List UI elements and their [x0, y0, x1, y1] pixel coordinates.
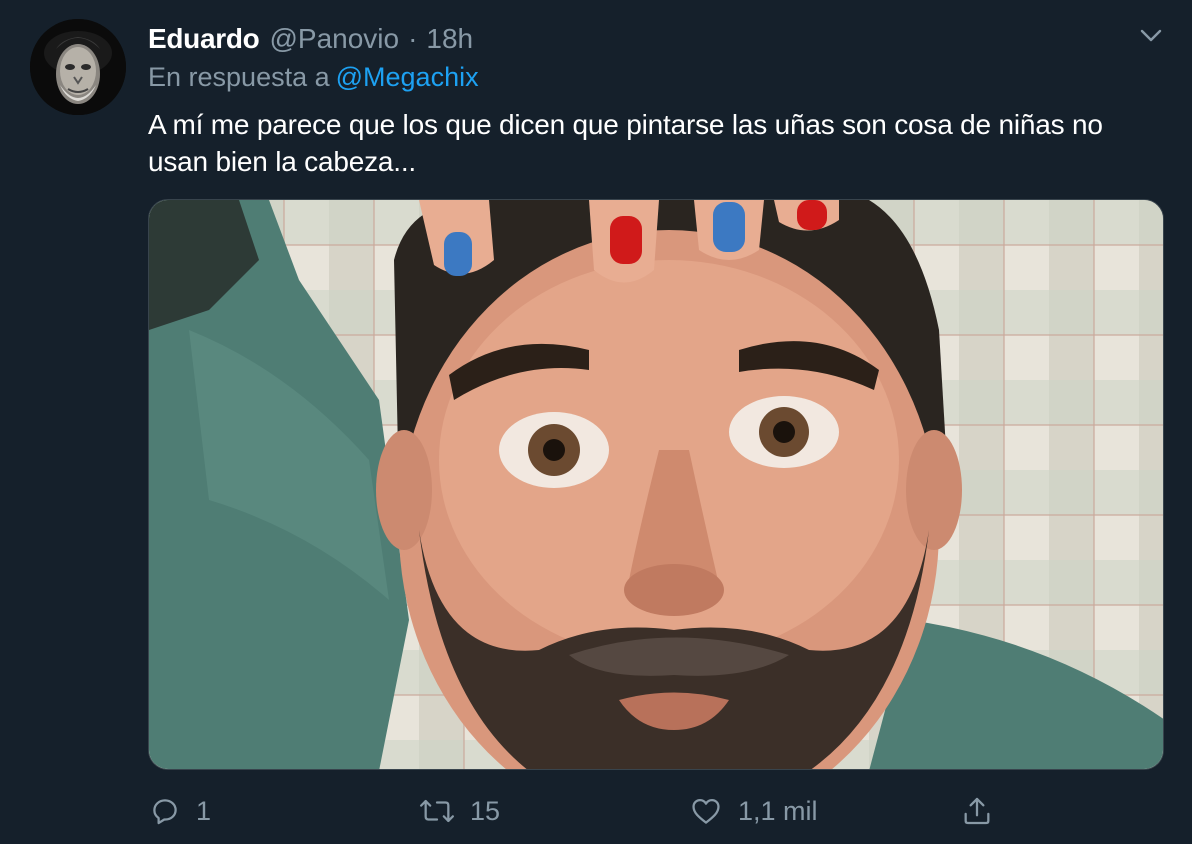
nail-red-2 — [797, 200, 827, 230]
avatar[interactable] — [30, 19, 126, 115]
chevron-down-icon[interactable] — [1136, 22, 1166, 48]
separator-dot: · — [408, 23, 418, 54]
tweet-media[interactable] — [148, 199, 1164, 770]
author-handle[interactable]: @Panovio — [269, 23, 399, 55]
heart-icon — [692, 798, 720, 824]
reply-mention-link[interactable]: @Megachix — [336, 62, 479, 92]
timestamp[interactable]: 18h — [426, 23, 473, 55]
nail-red-1 — [610, 216, 642, 264]
like-button[interactable]: 1,1 mil — [688, 788, 818, 834]
retweet-button[interactable]: 15 — [418, 788, 500, 834]
retweet-icon — [420, 799, 454, 823]
reply-button[interactable]: 1 — [148, 788, 211, 834]
share-icon — [964, 797, 990, 825]
avatar-image — [30, 19, 126, 115]
tweet-text: A mí me parece que los que dicen que pin… — [148, 109, 1103, 177]
nail-blue-1 — [444, 232, 472, 276]
reply-count: 1 — [196, 795, 212, 826]
tweet-actions: 1 15 1,1 mil — [148, 788, 1164, 834]
share-button[interactable] — [960, 788, 994, 834]
author-name[interactable]: Eduardo — [148, 23, 260, 55]
media-photo — [149, 200, 1163, 769]
tweet-header: Eduardo @Panovio · 18h — [148, 22, 473, 56]
reply-icon — [153, 799, 177, 825]
retweet-count: 15 — [470, 795, 501, 826]
tweet[interactable]: Eduardo @Panovio · 18h En respuesta a @Me… — [0, 0, 1192, 844]
nail-blue-2 — [713, 202, 745, 252]
reply-prefix: En respuesta a — [148, 62, 330, 92]
reply-context: En respuesta a @Megachix — [148, 62, 479, 93]
like-count: 1,1 mil — [738, 795, 818, 826]
